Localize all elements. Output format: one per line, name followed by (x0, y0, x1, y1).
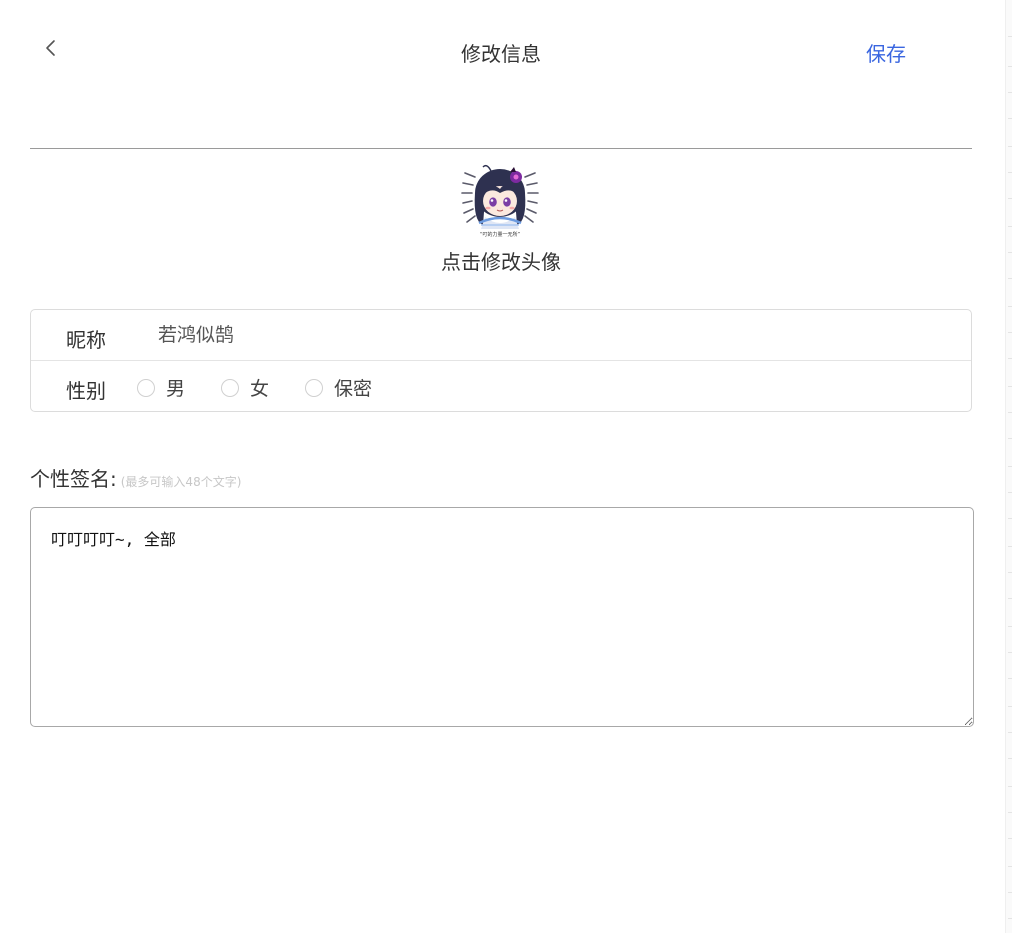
edit-profile-page: 修改信息 保存 “叮的力量一无所” 点击修改头像 昵称 若鸿似鹄 性别 男 女 … (0, 0, 1012, 933)
save-button[interactable]: 保存 (866, 38, 906, 67)
signature-textarea[interactable]: 叮叮叮叮~, 全部 (30, 507, 974, 727)
right-edge-scrollbar[interactable] (1005, 0, 1012, 933)
chevron-left-icon (46, 40, 55, 56)
gender-label: 性别 (66, 379, 106, 403)
avatar-caption[interactable]: 点击修改头像 (400, 246, 602, 275)
nickname-row: 昵称 (31, 310, 971, 361)
signature-label: 个性签名: (30, 467, 117, 491)
avatar-sticker-text: “叮的力量一无所” (480, 231, 521, 238)
gender-option-female[interactable]: 女 (221, 374, 269, 401)
avatar[interactable]: “叮的力量一无所” (461, 163, 539, 239)
back-button[interactable] (36, 34, 64, 62)
header-divider (30, 148, 972, 149)
gender-radio-group: 男 女 保密 (137, 374, 408, 401)
radio-circle[interactable] (221, 378, 240, 397)
nickname-input[interactable] (158, 322, 758, 344)
radio-label: 男 (166, 378, 186, 400)
gender-option-male[interactable]: 男 (137, 374, 185, 401)
radio-circle[interactable] (137, 378, 155, 397)
signature-label-row: 个性签名: (最多可输入48个文字) (30, 463, 241, 492)
signature-hint: (最多可输入48个文字) (120, 475, 242, 489)
nickname-label: 昵称 (66, 328, 106, 352)
profile-form-card: 昵称 性别 男 女 保密 (30, 309, 972, 412)
page-header: 修改信息 保存 (0, 0, 1000, 100)
page-title: 修改信息 (461, 42, 541, 66)
gender-option-secret[interactable]: 保密 (305, 374, 372, 401)
radio-label: 保密 (334, 378, 373, 400)
gender-row: 性别 男 女 保密 (31, 361, 971, 412)
avatar-image: “叮的力量一无所” (461, 164, 539, 238)
radio-label: 女 (250, 378, 270, 400)
radio-circle[interactable] (305, 378, 324, 397)
